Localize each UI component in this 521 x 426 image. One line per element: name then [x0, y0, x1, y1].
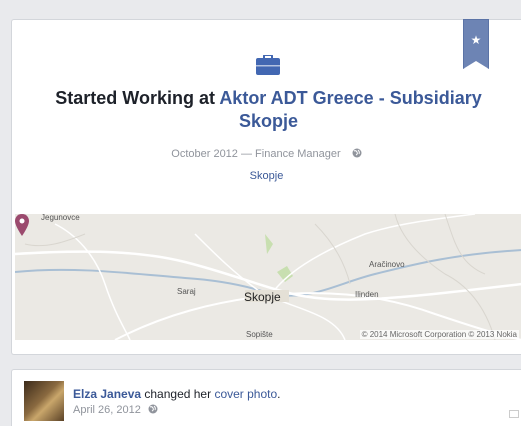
- post-date[interactable]: April 26, 2012: [73, 404, 141, 416]
- map-label-ilinden: Ilinden: [355, 290, 379, 299]
- author-link[interactable]: Elza Janeva: [73, 387, 141, 401]
- map-label-aracinovo: Aračinovo: [369, 260, 405, 269]
- globe-icon[interactable]: [148, 404, 158, 414]
- avatar[interactable]: [24, 381, 64, 421]
- map-label-sopiste: Sopište: [246, 330, 273, 339]
- highlight-ribbon[interactable]: ★: [463, 19, 489, 69]
- event-position: Finance Manager: [255, 148, 341, 160]
- post-timestamp: April 26, 2012: [73, 404, 158, 416]
- life-event-meta: October 2012 — Finance Manager: [12, 148, 521, 160]
- life-event-card: ★ Started Working at Aktor ADT Greece - …: [11, 19, 521, 355]
- company-link[interactable]: Aktor ADT Greece - Subsidiary Skopje: [219, 88, 481, 131]
- headline-prefix: Started Working at: [55, 88, 220, 108]
- globe-icon[interactable]: [352, 148, 362, 158]
- star-icon: ★: [470, 33, 482, 47]
- place-link[interactable]: Skopje: [12, 170, 521, 182]
- cover-photo-link[interactable]: cover photo: [214, 387, 277, 401]
- map-pin-icon[interactable]: [15, 214, 29, 236]
- event-date[interactable]: October 2012: [171, 148, 238, 160]
- post-options-chevron[interactable]: [509, 410, 519, 418]
- briefcase-icon: [256, 55, 280, 75]
- map-label-skopje: Skopje: [244, 290, 281, 304]
- map-copyright: © 2014 Microsoft Corporation © 2013 Noki…: [359, 330, 519, 339]
- life-event-title: Started Working at Aktor ADT Greece - Su…: [28, 87, 509, 133]
- map-label-jegunovce: Jegunovce: [41, 214, 80, 222]
- map-label-saraj: Saraj: [177, 287, 196, 296]
- map[interactable]: Jegunovce Saraj Skopje Aračinovo Ilinden…: [15, 214, 521, 340]
- activity-post-card: Elza Janeva changed her cover photo. Apr…: [11, 369, 521, 426]
- map-roads: [15, 214, 521, 340]
- post-text: Elza Janeva changed her cover photo.: [73, 387, 281, 401]
